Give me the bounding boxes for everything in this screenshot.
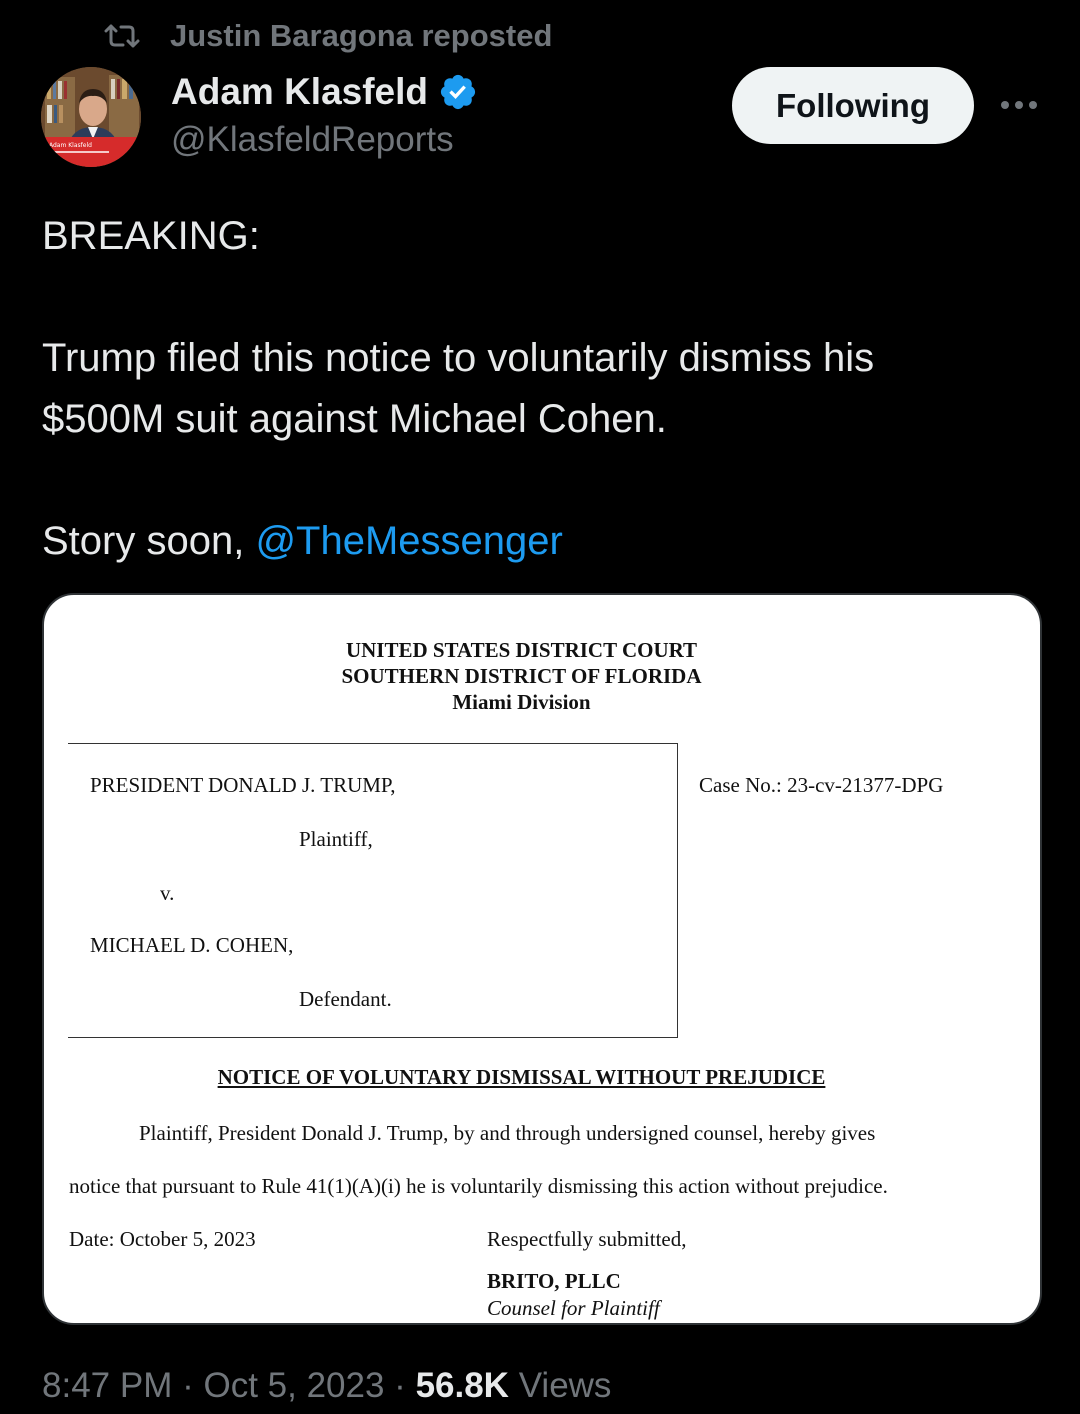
court-district: SOUTHERN DISTRICT OF FLORIDA: [341, 664, 702, 688]
author-block: Adam Klasfeld @KlasfeldReports: [171, 70, 478, 160]
case-number: Case No.: 23-cv-21377-DPG: [699, 773, 944, 797]
body-line-1: Plaintiff, President Donald J. Trump, by…: [139, 1121, 876, 1145]
story-prefix: Story soon,: [42, 519, 256, 563]
views-label: Views: [518, 1366, 612, 1405]
attached-document-image[interactable]: UNITED STATES DISTRICT COURT SOUTHERN DI…: [42, 593, 1042, 1325]
defendant-role: Defendant.: [299, 987, 392, 1011]
more-icon: [1001, 101, 1037, 109]
court-name: UNITED STATES DISTRICT COURT: [345, 638, 698, 662]
repost-icon: [104, 24, 140, 48]
date-line: Date: October 5, 2023: [69, 1227, 256, 1251]
tweet-line-breaking: BREAKING:: [42, 214, 260, 258]
repost-indicator[interactable]: Justin Baragona reposted: [104, 16, 552, 56]
closing-line: Respectfully submitted,: [487, 1227, 687, 1251]
tweet-time[interactable]: 8:47 PM: [42, 1366, 172, 1405]
meta-separator: ·: [394, 1366, 406, 1405]
tweet-line: $500M suit against Michael Cohen.: [42, 397, 667, 441]
author-handle[interactable]: @KlasfeldReports: [171, 120, 478, 160]
more-button[interactable]: [996, 88, 1042, 122]
avatar-caption: Adam Klasfeld: [49, 142, 92, 149]
avatar[interactable]: Adam Klasfeld: [41, 67, 141, 167]
tweet-date[interactable]: Oct 5, 2023: [203, 1366, 384, 1405]
body-line-2: notice that pursuant to Rule 41(1)(A)(i)…: [69, 1174, 888, 1198]
defendant-name: MICHAEL D. COHEN,: [90, 933, 294, 957]
firm-name: BRITO, PLLC: [487, 1269, 621, 1293]
tweet-text: BREAKING: Trump filed this notice to vol…: [42, 206, 1042, 572]
meta-separator: ·: [182, 1366, 194, 1405]
following-button[interactable]: Following: [732, 67, 974, 144]
counsel-line: Counsel for Plaintiff: [487, 1296, 660, 1320]
court-division: Miami Division: [452, 690, 591, 714]
tweet-line: Trump filed this notice to voluntarily d…: [42, 336, 875, 380]
verified-badge-icon[interactable]: [438, 72, 478, 112]
views-count: 56.8K: [415, 1366, 509, 1405]
notice-title: NOTICE OF VOLUNTARY DISMISSAL WITHOUT PR…: [217, 1065, 826, 1089]
versus: v.: [160, 881, 175, 905]
plaintiff-name: PRESIDENT DONALD J. TRUMP,: [90, 773, 396, 797]
tweet-line-story: Story soon, @TheMessenger: [42, 511, 1042, 572]
mention-link[interactable]: @TheMessenger: [255, 519, 562, 563]
author-name[interactable]: Adam Klasfeld: [171, 71, 428, 113]
tweet-meta: 8:47 PM · Oct 5, 2023 · 56.8K Views: [42, 1366, 611, 1406]
avatar-image: Adam Klasfeld: [41, 67, 141, 167]
court-heading: UNITED STATES DISTRICT COURT SOUTHERN DI…: [44, 637, 999, 715]
repost-label[interactable]: Justin Baragona reposted: [170, 18, 552, 54]
plaintiff-role: Plaintiff,: [299, 827, 373, 851]
